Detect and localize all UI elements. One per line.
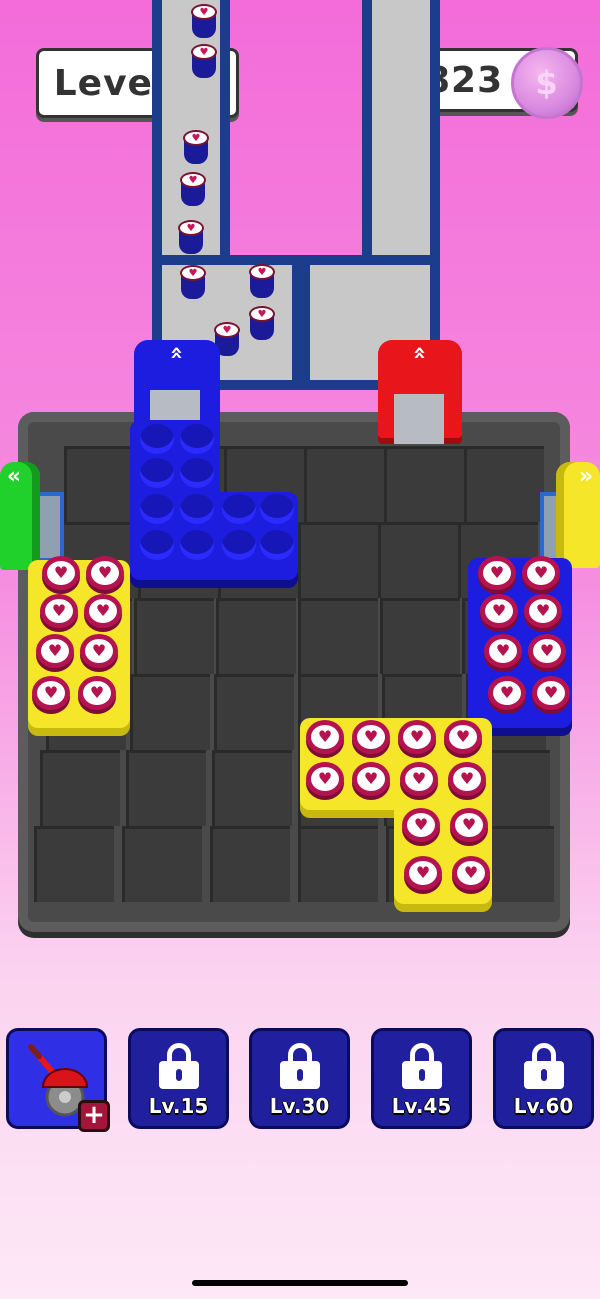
- heart-stud: ♥: [86, 556, 124, 590]
- cup: ♥: [191, 44, 217, 78]
- locked-tool-lv60[interactable]: Lv.60: [493, 1028, 594, 1129]
- heart-stud: ♥: [484, 634, 522, 668]
- saw-tool-button[interactable]: +: [6, 1028, 110, 1132]
- heart-stud: ♥: [450, 808, 488, 842]
- heart-stud: ♥: [452, 856, 490, 890]
- conveyor-track-right: [362, 0, 440, 280]
- heart-stud: ♥: [480, 594, 518, 628]
- heart-stud: ♥: [402, 808, 440, 842]
- cup: ♥: [180, 172, 206, 206]
- heart-stud: ♥: [42, 556, 80, 590]
- coin-icon: $: [511, 47, 583, 119]
- gate-red: »: [378, 340, 462, 444]
- gate-yellow: »: [556, 462, 600, 568]
- heart-stud: ♥: [84, 594, 122, 628]
- heart-stud: ♥: [78, 676, 116, 710]
- heart-stud: ♥: [352, 762, 390, 796]
- add-saw-button[interactable]: +: [78, 1100, 110, 1132]
- tool-level-label: Lv.45: [391, 1094, 452, 1118]
- heart-stud: ♥: [352, 720, 390, 754]
- home-indicator[interactable]: [192, 1280, 408, 1286]
- cup: ♥: [183, 130, 209, 164]
- cup: ♥: [249, 264, 275, 298]
- cup: ♥: [249, 306, 275, 340]
- heart-stud: ♥: [306, 762, 344, 796]
- cup: ♥: [180, 265, 206, 299]
- heart-stud: ♥: [478, 556, 516, 590]
- heart-stud: ♥: [524, 594, 562, 628]
- heart-stud: ♥: [448, 762, 486, 796]
- heart-stud: ♥: [522, 556, 560, 590]
- tool-level-label: Lv.15: [148, 1094, 209, 1118]
- heart-stud: ♥: [32, 676, 70, 710]
- heart-stud: ♥: [404, 856, 442, 890]
- locked-tool-lv15[interactable]: Lv.15: [128, 1028, 229, 1129]
- lock-icon: [401, 1043, 442, 1089]
- tool-level-label: Lv.60: [513, 1094, 574, 1118]
- heart-stud: ♥: [444, 720, 482, 754]
- tool-level-label: Lv.30: [269, 1094, 330, 1118]
- heart-stud: ♥: [80, 634, 118, 668]
- heart-stud: ♥: [488, 676, 526, 710]
- heart-stud: ♥: [400, 762, 438, 796]
- heart-stud: ♥: [532, 676, 570, 710]
- locked-tool-lv45[interactable]: Lv.45: [371, 1028, 472, 1129]
- lock-icon: [523, 1043, 564, 1089]
- heart-stud: ♥: [306, 720, 344, 754]
- gate-green: «: [0, 462, 40, 570]
- heart-stud: ♥: [36, 634, 74, 668]
- heart-stud: ♥: [40, 594, 78, 628]
- lock-icon: [158, 1043, 199, 1089]
- cup: ♥: [191, 4, 217, 38]
- lock-icon: [279, 1043, 320, 1089]
- locked-tool-lv30[interactable]: Lv.30: [249, 1028, 350, 1129]
- heart-stud: ♥: [398, 720, 436, 754]
- cup: ♥: [178, 220, 204, 254]
- heart-stud: ♥: [528, 634, 566, 668]
